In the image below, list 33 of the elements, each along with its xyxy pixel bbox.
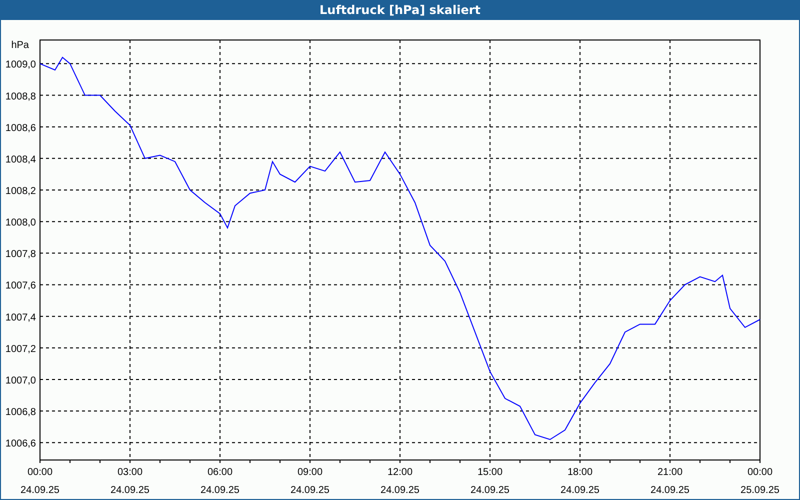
x-tick-date: 24.09.25 (560, 485, 600, 496)
x-tick-label: 12:00 (387, 467, 413, 478)
y-tick-label: 1008,8 (5, 91, 36, 102)
x-tick-date: 24.09.25 (110, 485, 150, 496)
x-tick-label: 09:00 (297, 467, 323, 478)
window-title: Luftdruck [hPa] skaliert (0, 0, 800, 20)
x-tick-label: 00:00 (27, 467, 53, 478)
y-tick-label: 1009,0 (5, 60, 36, 71)
x-tick-date: 24.09.25 (470, 485, 510, 496)
x-tick-label: 00:00 (747, 467, 773, 478)
y-tick-label: 1006,6 (5, 438, 36, 450)
x-tick-date: 24.09.25 (290, 485, 330, 496)
y-tick-label: 1008,2 (5, 186, 36, 197)
y-tick-label: 1008,0 (5, 218, 36, 229)
y-axis-label: hPa (11, 40, 29, 51)
x-tick-label: 18:00 (567, 467, 593, 478)
x-tick-label: 03:00 (117, 467, 143, 478)
y-tick-label: 1008,6 (5, 122, 36, 134)
x-tick-date: 24.09.25 (200, 485, 240, 496)
x-tick-date: 24.09.25 (20, 485, 60, 496)
y-tick-label: 1007,6 (5, 280, 36, 292)
y-tick-label: 1006,8 (5, 407, 36, 418)
x-tick-date: 24.09.25 (650, 485, 690, 496)
x-tick-date: 25.09.25 (740, 485, 780, 496)
x-tick-label: 21:00 (657, 467, 683, 478)
y-tick-label: 1007,4 (5, 312, 36, 324)
y-tick-label: 1007,2 (5, 344, 36, 355)
y-tick-label: 1007,8 (5, 249, 36, 260)
x-tick-label: 06:00 (207, 467, 233, 478)
y-tick-label: 1007,0 (5, 375, 36, 386)
y-tick-label: 1008,4 (5, 154, 36, 166)
x-tick-date: 24.09.25 (380, 485, 420, 496)
x-tick-label: 15:00 (477, 467, 503, 478)
